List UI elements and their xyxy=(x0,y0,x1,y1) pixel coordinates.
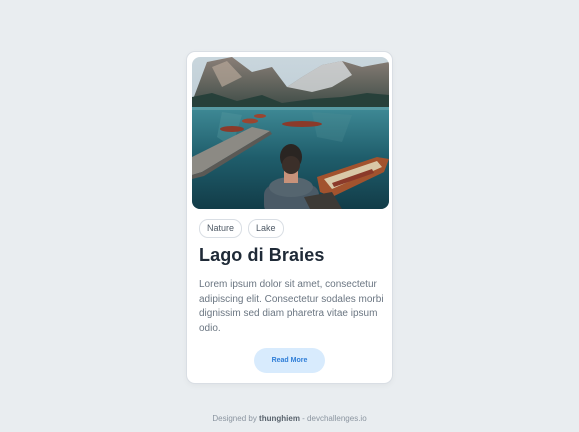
footer-suffix: - devchallenges.io xyxy=(299,414,367,423)
card-title: Lago di Braies xyxy=(199,245,325,265)
tag-list: Nature Lake xyxy=(199,219,284,238)
read-more-button[interactable]: Read More xyxy=(254,348,325,373)
card-description: Lorem ipsum dolor sit amet, consectetur … xyxy=(199,279,384,334)
footer-credit: Designed by thunghiem - devchallenges.io xyxy=(0,414,579,423)
footer-author-link[interactable]: thunghiem xyxy=(259,414,300,423)
tag-lake[interactable]: Lake xyxy=(248,219,284,238)
footer-prefix: Designed by xyxy=(212,414,260,423)
card-image xyxy=(192,57,389,209)
tag-nature[interactable]: Nature xyxy=(199,219,243,238)
lake-photo xyxy=(192,57,389,209)
blog-card: Nature Lake Lago di Braies Lorem ipsum d… xyxy=(186,51,393,384)
